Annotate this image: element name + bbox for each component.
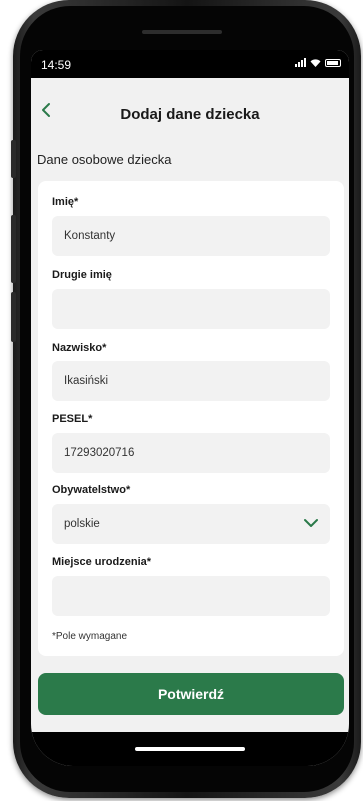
phone-side-button	[11, 292, 16, 342]
citizenship-select[interactable]: polskie	[52, 504, 330, 544]
required-note: *Pole wymagane	[52, 631, 128, 642]
app-header: Dodaj dane dziecka	[31, 78, 349, 144]
birthplace-field[interactable]	[52, 576, 330, 616]
last-name-label: Nazwisko*	[52, 342, 107, 354]
signal-icon	[295, 58, 306, 67]
citizenship-value: polskie	[64, 518, 100, 530]
phone-side-button	[11, 215, 16, 283]
bottom-bar	[31, 732, 349, 766]
form-card: Imię* Konstanty Drugie imię Nazwisko* Ik…	[38, 181, 344, 656]
pesel-label: PESEL*	[52, 413, 93, 425]
battery-icon	[325, 59, 341, 67]
home-indicator[interactable]	[135, 747, 245, 751]
page-title: Dodaj dane dziecka	[120, 106, 260, 123]
first-name-label: Imię*	[52, 196, 79, 208]
status-time: 14:59	[41, 58, 72, 72]
confirm-button[interactable]: Potwierdź	[38, 673, 344, 715]
middle-name-label: Drugie imię	[52, 269, 112, 281]
section-title: Dane osobowe dziecka	[37, 152, 172, 167]
status-icons	[295, 58, 341, 67]
phone-speaker	[142, 30, 222, 34]
first-name-field[interactable]: Konstanty	[52, 216, 330, 256]
last-name-field[interactable]: Ikasiński	[52, 361, 330, 401]
chevron-down-icon	[304, 519, 318, 527]
wifi-icon	[310, 59, 321, 67]
screen: 14:59 Dodaj dane dziecka Dane osobowe dz…	[31, 50, 349, 766]
citizenship-label: Obywatelstwo*	[52, 484, 131, 496]
phone-side-button	[11, 140, 16, 178]
status-bar: 14:59	[31, 50, 349, 78]
birthplace-label: Miejsce urodzenia*	[52, 556, 152, 568]
middle-name-field[interactable]	[52, 289, 330, 329]
pesel-field[interactable]: 17293020716	[52, 433, 330, 473]
